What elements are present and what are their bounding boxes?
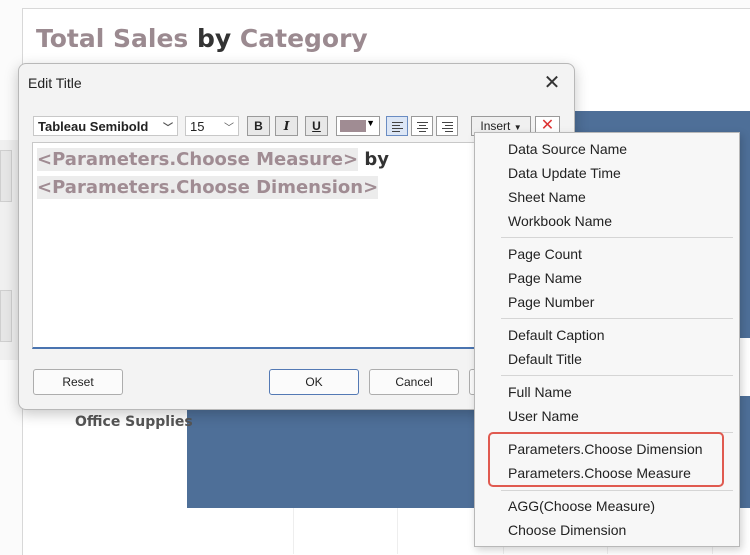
- row-label-office-supplies: Office Supplies: [75, 414, 193, 430]
- font-size-value: 15: [190, 119, 205, 134]
- align-left-button[interactable]: [386, 116, 408, 136]
- title-measure: Total Sales: [36, 24, 189, 53]
- title-dimension: Category: [239, 24, 368, 53]
- parameter-token-measure[interactable]: <Parameters.Choose Measure>: [37, 148, 359, 171]
- dialog-title: Edit Title: [28, 75, 82, 91]
- insert-menu: Data Source Name Data Update Time Sheet …: [474, 132, 740, 547]
- parameter-token-dimension[interactable]: <Parameters.Choose Dimension>: [37, 176, 379, 199]
- chevron-down-icon: ﹀: [224, 123, 234, 134]
- ok-button[interactable]: OK: [269, 369, 359, 395]
- menu-item-data-source-name[interactable]: Data Source Name: [508, 141, 627, 157]
- worksheet-title[interactable]: Total Sales by Category: [36, 24, 368, 53]
- color-swatch: [340, 120, 366, 132]
- menu-item-workbook-name[interactable]: Workbook Name: [508, 213, 612, 229]
- dropdown-arrow-icon: ▼: [366, 118, 375, 128]
- dropdown-arrow-icon: ▼: [513, 123, 522, 132]
- align-center-button[interactable]: [411, 116, 433, 136]
- menu-separator: [501, 490, 733, 491]
- menu-item-default-caption[interactable]: Default Caption: [508, 327, 605, 343]
- menu-item-agg-choose-measure[interactable]: AGG(Choose Measure): [508, 498, 655, 514]
- menu-item-user-name[interactable]: User Name: [508, 408, 579, 424]
- editor-text-by: by: [358, 149, 389, 170]
- align-right-button[interactable]: [436, 116, 458, 136]
- menu-item-full-name[interactable]: Full Name: [508, 384, 572, 400]
- italic-button[interactable]: I: [275, 116, 298, 136]
- font-size-dropdown[interactable]: 15 ﹀: [185, 116, 239, 136]
- font-family-dropdown[interactable]: Tableau Semibold ﹀: [33, 116, 178, 136]
- underline-button[interactable]: U: [305, 116, 328, 136]
- menu-item-sheet-name[interactable]: Sheet Name: [508, 189, 586, 205]
- menu-separator: [501, 318, 733, 319]
- menu-item-page-number[interactable]: Page Number: [508, 294, 594, 310]
- menu-item-page-count[interactable]: Page Count: [508, 246, 582, 262]
- close-icon[interactable]: ✕: [539, 72, 565, 94]
- menu-item-default-title[interactable]: Default Title: [508, 351, 582, 367]
- text-color-picker[interactable]: ▼: [336, 116, 380, 136]
- chevron-down-icon: ﹀: [163, 123, 173, 134]
- bold-button[interactable]: B: [247, 116, 270, 136]
- menu-item-page-name[interactable]: Page Name: [508, 270, 582, 286]
- panel-tab[interactable]: [0, 290, 12, 342]
- title-text-editor[interactable]: <Parameters.Choose Measure> by <Paramete…: [32, 142, 484, 349]
- editor-line-2: <Parameters.Choose Dimension>: [37, 176, 379, 199]
- menu-item-choose-dimension[interactable]: Choose Dimension: [508, 522, 626, 538]
- highlight-box: [488, 432, 724, 487]
- cancel-button[interactable]: Cancel: [369, 369, 459, 395]
- menu-item-data-update-time[interactable]: Data Update Time: [508, 165, 621, 181]
- panel-tab[interactable]: [0, 150, 12, 202]
- reset-button[interactable]: Reset: [33, 369, 123, 395]
- menu-separator: [501, 237, 733, 238]
- font-family-value: Tableau Semibold: [38, 119, 149, 134]
- editor-line-1: <Parameters.Choose Measure> by: [37, 148, 389, 171]
- insert-label: Insert: [480, 119, 511, 133]
- title-by: by: [188, 24, 240, 53]
- menu-separator: [501, 375, 733, 376]
